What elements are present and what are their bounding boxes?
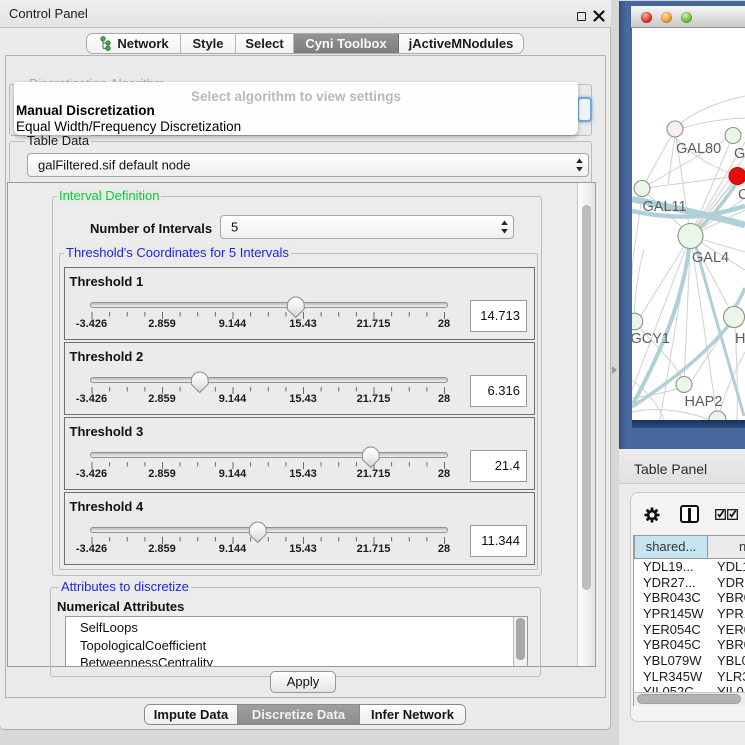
svg-text:GAL80: GAL80 — [676, 141, 721, 157]
svg-text:GA: GA — [734, 146, 745, 162]
svg-text:GCY1: GCY1 — [632, 331, 670, 347]
svg-text:H: H — [735, 331, 745, 347]
svg-text:HAP2: HAP2 — [685, 394, 723, 410]
svg-text:C: C — [738, 187, 745, 203]
svg-text:GAL4: GAL4 — [692, 250, 729, 266]
svg-text:GAL11: GAL11 — [643, 199, 687, 215]
